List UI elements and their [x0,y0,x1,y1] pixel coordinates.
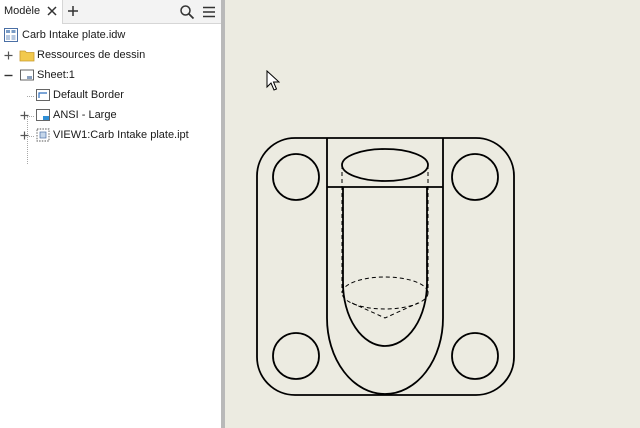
hamburger-menu-icon[interactable] [201,4,217,20]
drawing-document-icon [4,28,18,42]
tree-node-sheet[interactable]: Sheet:1 [0,66,221,84]
tree-node-root[interactable]: Carb Intake plate.idw [0,26,221,44]
mouse-pointer-icon [266,70,280,91]
plus-icon[interactable] [66,4,80,18]
folder-icon [19,50,35,62]
sheet-icon [20,69,34,81]
tree-node-default-border-label: Default Border [53,89,124,101]
browser-header: Modèle [0,0,221,24]
tree-node-view1-label: VIEW1:Carb Intake plate.ipt [53,129,189,141]
tab-model[interactable]: Modèle [0,0,63,24]
tree-node-title-block[interactable]: ANSI - Large [0,106,221,124]
hidden-lines [341,165,429,319]
collapse-minus-icon[interactable] [4,71,13,80]
drawing-view-icon [36,128,50,142]
border-icon [36,89,50,101]
tree-node-view1[interactable]: VIEW1:Carb Intake plate.ipt [0,126,221,144]
search-icon[interactable] [179,4,195,20]
tree-node-resources[interactable]: Ressources de dessin [0,46,221,64]
part-outline [256,137,515,396]
tree-node-resources-label: Ressources de dessin [37,49,146,61]
tree-node-root-label: Carb Intake plate.idw [22,29,126,41]
expand-plus-icon[interactable] [20,131,29,140]
title-block-icon [36,109,50,121]
tree-node-sheet-label: Sheet:1 [37,69,75,81]
drawing-view[interactable] [225,0,640,428]
expand-plus-icon[interactable] [20,111,29,120]
tree-node-title-block-label: ANSI - Large [53,109,117,121]
tree-node-default-border[interactable]: Default Border [0,86,221,104]
model-browser: Modèle Carb Intake plate.idw Ressources … [0,0,221,428]
drawing-canvas[interactable] [225,0,640,428]
expand-plus-icon[interactable] [4,51,13,60]
close-icon[interactable] [45,4,59,18]
tab-model-label: Modèle [4,5,41,17]
